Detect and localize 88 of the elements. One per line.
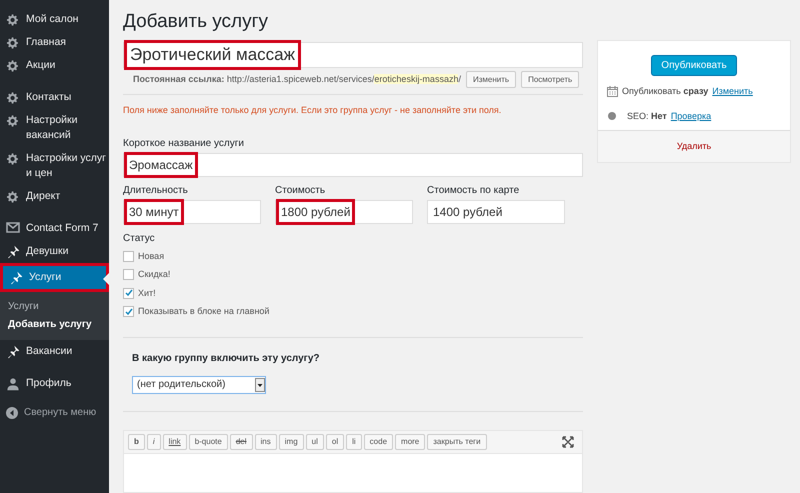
editor-button[interactable]: ul — [306, 434, 324, 450]
fullscreen-icon[interactable] — [562, 436, 574, 448]
sidebar-label: Акции — [26, 58, 56, 73]
permalink-text: Постоянная ссылка: http://asteria1.spiceweb.net/services/eroticheskij-massazh/ — [133, 72, 461, 86]
seo-text: SEO: Нет — [627, 110, 667, 122]
checkbox[interactable] — [123, 269, 134, 280]
seo-check-link[interactable]: Проверка — [670, 110, 712, 123]
gear-icon — [6, 190, 20, 204]
status-label: Статус — [123, 232, 156, 246]
input-field[interactable]: 1800 рублей — [275, 200, 413, 224]
delete-link[interactable]: Удалить — [676, 140, 712, 154]
current-page-notch — [103, 273, 109, 285]
editor-button[interactable]: ol — [326, 434, 344, 450]
edit-schedule-link[interactable]: Изменить — [712, 85, 753, 98]
sidebar-label: Вакансии — [26, 344, 72, 359]
sidebar-item[interactable]: Услуги — [0, 263, 109, 292]
editor-button[interactable]: more — [395, 434, 426, 450]
checkbox[interactable] — [123, 306, 134, 318]
notice-text: Поля ниже заполняйте только для услуги. Если это группа услуг - не заполняйте эти поля. — [123, 104, 502, 117]
input-field[interactable]: 1400 рублей — [427, 200, 565, 224]
checkbox-label: Показывать в блоке на главной — [138, 305, 270, 318]
check-icon — [124, 308, 132, 316]
input-field[interactable]: 30 минут — [123, 200, 261, 224]
editor-button[interactable]: i — [146, 434, 161, 450]
editor-button[interactable]: code — [364, 434, 394, 450]
gear-icon — [6, 36, 20, 50]
checkbox[interactable] — [123, 250, 134, 262]
sidebar-label: Главная — [26, 35, 66, 50]
editor-button[interactable]: img — [278, 434, 304, 450]
collapse-icon[interactable] — [6, 406, 18, 418]
editor-button[interactable]: ins — [254, 434, 277, 450]
sidebar-label: Мой салон — [26, 12, 78, 27]
permalink-button[interactable]: Посмотреть — [521, 71, 580, 88]
sidebar-item[interactable]: Вакансии — [0, 340, 109, 363]
sidebar-item[interactable]: Акции — [0, 54, 109, 77]
pin-icon — [9, 271, 23, 285]
envelope-icon — [6, 222, 20, 233]
sidebar-item[interactable]: Мой салон — [0, 8, 109, 31]
pin-icon — [6, 245, 20, 259]
checkbox-label: Скидка! — [138, 268, 170, 281]
sidebar-item[interactable]: Настройки вакансий — [0, 109, 109, 147]
gear-icon — [6, 91, 20, 105]
check-icon — [124, 289, 132, 298]
editor-button[interactable]: закрыть теги — [427, 434, 487, 450]
sidebar-item[interactable]: Девушки — [0, 240, 109, 263]
field-label: Длительность — [123, 184, 189, 198]
sidebar-label: Настройки услуг и цен — [26, 151, 107, 181]
submenu-item[interactable]: Добавить услугу — [0, 316, 109, 334]
sidebar-label: Contact Form 7 — [26, 221, 98, 236]
field-label: Стоимость — [275, 184, 326, 198]
gear-icon — [6, 114, 20, 128]
editor-button[interactable]: b-quote — [188, 434, 228, 450]
sidebar-item[interactable]: Настройки услуг и цен — [0, 147, 109, 185]
submenu-item[interactable]: Услуги — [0, 298, 109, 316]
sidebar-item[interactable]: Контакты — [0, 86, 109, 109]
checkbox-label: Хит! — [138, 286, 156, 300]
user-icon — [6, 377, 20, 391]
group-label: В какую группу включить эту услугу? — [132, 352, 321, 366]
editor-button[interactable]: link — [162, 434, 187, 450]
group-select[interactable]: (нет родительской) — [132, 376, 266, 394]
pin-icon — [6, 345, 20, 359]
sidebar-label: Настройки вакансий — [26, 113, 78, 143]
schedule-text: Опубликовать сразу — [622, 85, 708, 98]
editor-button[interactable]: del — [230, 434, 253, 450]
title-field[interactable]: Эротический массаж — [123, 42, 583, 68]
editor-button[interactable]: li — [346, 434, 362, 450]
sidebar-label: Девушки — [26, 244, 68, 259]
sidebar-label: Услуги — [29, 270, 62, 285]
sidebar-item[interactable]: Contact Form 7 — [0, 217, 109, 240]
calendar-icon — [607, 86, 618, 98]
sidebar-label: Директ — [26, 189, 60, 204]
collapse-menu-link[interactable]: Свернуть меню — [24, 405, 96, 420]
short-name-field[interactable]: Эромассаж — [123, 152, 583, 176]
sidebar-item[interactable]: Профиль — [0, 372, 109, 395]
permalink-button[interactable]: Изменить — [466, 71, 516, 88]
sidebar-item[interactable]: Главная — [0, 31, 109, 54]
field-label: Короткое название услуги — [123, 136, 245, 150]
page-title: Добавить услугу — [123, 11, 270, 33]
gear-icon — [6, 152, 20, 166]
checkbox[interactable] — [123, 288, 134, 299]
gear-icon — [6, 59, 20, 73]
field-label: Стоимость по карте — [427, 184, 520, 198]
sidebar-label: Профиль — [26, 376, 72, 391]
sidebar-label: Контакты — [26, 90, 72, 105]
gear-icon — [6, 13, 20, 27]
sidebar-item[interactable]: Директ — [0, 185, 109, 208]
checkbox-label: Новая — [138, 250, 164, 262]
editor-button[interactable]: b — [128, 434, 145, 450]
